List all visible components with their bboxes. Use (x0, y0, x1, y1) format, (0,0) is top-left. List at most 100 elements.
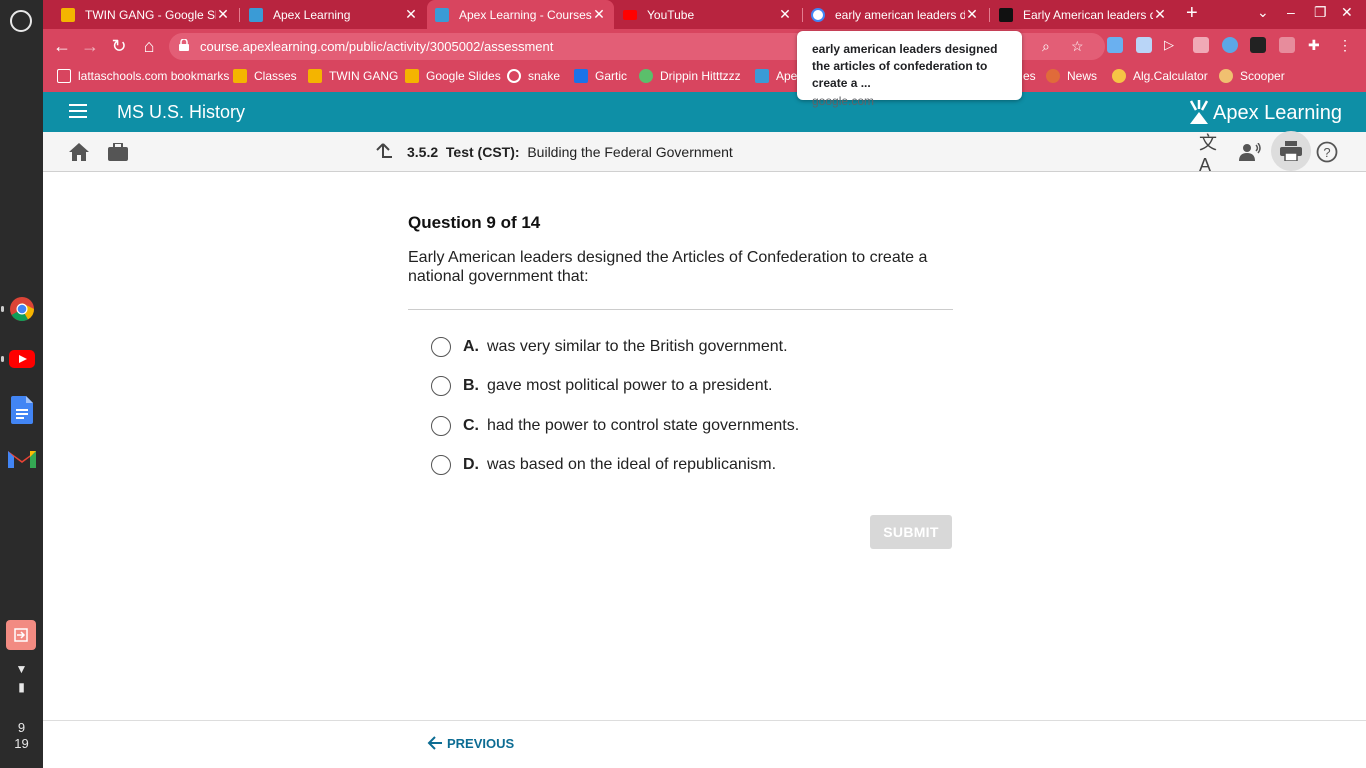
bookmark-item[interactable]: News (1046, 69, 1097, 83)
calc-icon (1112, 69, 1126, 83)
running-indicator (1, 356, 4, 362)
tab-google-search[interactable]: early american leaders designed ✕ (803, 0, 987, 29)
record-extension-icon[interactable] (1193, 37, 1209, 53)
answer-choice-b[interactable]: B. gave most political power to a presid… (431, 376, 772, 396)
up-arrow-icon[interactable] (372, 140, 396, 164)
radio-button[interactable] (431, 416, 451, 436)
minimize-icon[interactable]: – (1287, 4, 1295, 20)
close-icon[interactable]: ✕ (404, 6, 418, 23)
cursor-extension-icon[interactable]: ▷ (1164, 37, 1180, 53)
home-icon[interactable]: ⌂ (138, 35, 160, 57)
bookmark-item[interactable]: es (1023, 69, 1036, 83)
bookmark-item[interactable]: Classes (233, 69, 297, 83)
bookmark-star-icon[interactable]: ☆ (1071, 38, 1084, 55)
bookmark-item[interactable]: TWIN GANG (308, 69, 398, 83)
close-icon[interactable]: ✕ (216, 6, 230, 23)
choice-text: gave most political power to a president… (487, 377, 773, 394)
radio-button[interactable] (431, 337, 451, 357)
home-icon[interactable] (67, 140, 91, 164)
choice-letter: C. (463, 417, 479, 434)
apex-header: MS U.S. History Apex Learning (43, 92, 1366, 132)
activity-breadcrumb: 3.5.2 Test (CST): Building the Federal G… (407, 144, 733, 160)
back-icon[interactable]: ← (51, 35, 73, 57)
user-extension-icon[interactable] (1279, 37, 1295, 53)
extensions-puzzle-icon[interactable]: ✚ (1308, 37, 1324, 53)
help-icon[interactable]: ? (1315, 140, 1339, 164)
browser-toolbar: ← → ↻ ⌂ course.apexlearning.com/public/a… (43, 29, 1366, 63)
vpn-extension-icon[interactable] (1222, 37, 1238, 53)
apex-logo-text: Apex Learning (1213, 101, 1342, 124)
close-icon[interactable]: ✕ (1153, 6, 1167, 23)
print-button[interactable] (1271, 131, 1311, 171)
folder-icon (57, 69, 71, 83)
bookmark-item[interactable]: snake (507, 69, 560, 83)
gmail-icon[interactable] (7, 444, 37, 474)
apex-icon (755, 69, 769, 83)
new-tab-button[interactable]: + (1186, 2, 1198, 25)
system-clock[interactable]: 9 19 (0, 720, 43, 752)
restore-icon[interactable]: ❐ (1314, 4, 1327, 21)
bookmark-item[interactable]: Gartic (574, 69, 627, 83)
tab-title: TWIN GANG - Google Slides (85, 7, 216, 22)
bookmark-item[interactable]: Scooper (1219, 69, 1285, 83)
wifi-icon: ▼ (15, 662, 28, 676)
arrow-left-icon (427, 736, 442, 750)
youtube-icon[interactable] (7, 344, 37, 374)
radio-button[interactable] (431, 455, 451, 475)
slides-icon (405, 69, 419, 83)
reload-icon[interactable]: ↻ (108, 35, 130, 57)
briefcase-icon[interactable] (106, 140, 130, 164)
close-icon[interactable]: ✕ (592, 6, 606, 23)
extension-icon[interactable] (1107, 37, 1123, 53)
answer-choice-c[interactable]: C. had the power to control state govern… (431, 416, 799, 436)
clock-hour: 9 (17, 720, 26, 735)
google-icon (507, 69, 521, 83)
choice-letter: B. (463, 377, 479, 394)
print-extension-icon[interactable] (1136, 37, 1152, 53)
bookmark-label: Gartic (595, 69, 628, 83)
tab-title: Apex Learning - Courses (459, 7, 592, 22)
gartic-icon (574, 69, 588, 83)
tab-youtube[interactable]: YouTube ✕ (615, 0, 800, 29)
bookmark-label: Drippin Hitttzzz (660, 69, 741, 83)
slides-icon (308, 69, 322, 83)
answer-choice-d[interactable]: D. was based on the ideal of republicani… (431, 455, 776, 475)
docs-icon[interactable] (7, 395, 37, 425)
text-to-speech-icon[interactable] (1238, 140, 1262, 164)
choice-letter: A. (463, 338, 479, 355)
previous-button[interactable]: PREVIOUS (427, 735, 514, 751)
zoom-icon[interactable]: ⌕ (1042, 38, 1050, 55)
forward-icon[interactable]: → (79, 35, 101, 57)
browser-window: TWIN GANG - Google Slides ✕ Apex Learnin… (43, 0, 1366, 768)
chrome-icon[interactable] (7, 294, 37, 324)
close-icon[interactable]: ✕ (778, 6, 792, 23)
launcher-icon[interactable] (10, 10, 32, 32)
bookmark-item[interactable]: Alg.Calculator (1112, 69, 1208, 83)
previous-label: PREVIOUS (447, 735, 515, 751)
classes-icon (233, 69, 247, 83)
tab-title: Early American leaders designed (1023, 7, 1153, 22)
translate-icon[interactable]: 文A (1199, 133, 1223, 175)
tab-search-icon[interactable]: ⌄ (1257, 4, 1269, 21)
exit-app-icon[interactable] (6, 620, 36, 650)
tab-twin-gang[interactable]: TWIN GANG - Google Slides ✕ (53, 0, 238, 29)
radio-button[interactable] (431, 376, 451, 396)
course-title: MS U.S. History (117, 102, 246, 122)
close-window-icon[interactable]: ✕ (1341, 4, 1353, 21)
hamburger-menu-icon[interactable] (69, 104, 87, 120)
close-icon[interactable]: ✕ (965, 6, 979, 23)
more-menu-icon[interactable]: ⋮ (1338, 37, 1354, 53)
bookmark-item[interactable]: Ape (755, 69, 797, 83)
submit-button[interactable]: SUBMIT (870, 515, 952, 549)
bookmark-folder[interactable]: lattaschools.com bookmarks (57, 69, 229, 83)
tab-brainly[interactable]: Early American leaders designed ✕ (991, 0, 1175, 29)
system-status[interactable]: ▼ ▮ (0, 662, 43, 694)
slides-icon (61, 7, 75, 22)
bookmark-item[interactable]: Google Slides (405, 69, 501, 83)
bookmark-item[interactable]: Drippin Hitttzzz (639, 69, 741, 83)
bookmark-label: Classes (254, 69, 297, 83)
profile-extension-icon[interactable] (1250, 37, 1266, 53)
tab-apex-learning[interactable]: Apex Learning ✕ (241, 0, 426, 29)
tab-apex-courses[interactable]: Apex Learning - Courses ✕ (427, 0, 614, 29)
answer-choice-a[interactable]: A. was very similar to the British gover… (431, 337, 788, 357)
